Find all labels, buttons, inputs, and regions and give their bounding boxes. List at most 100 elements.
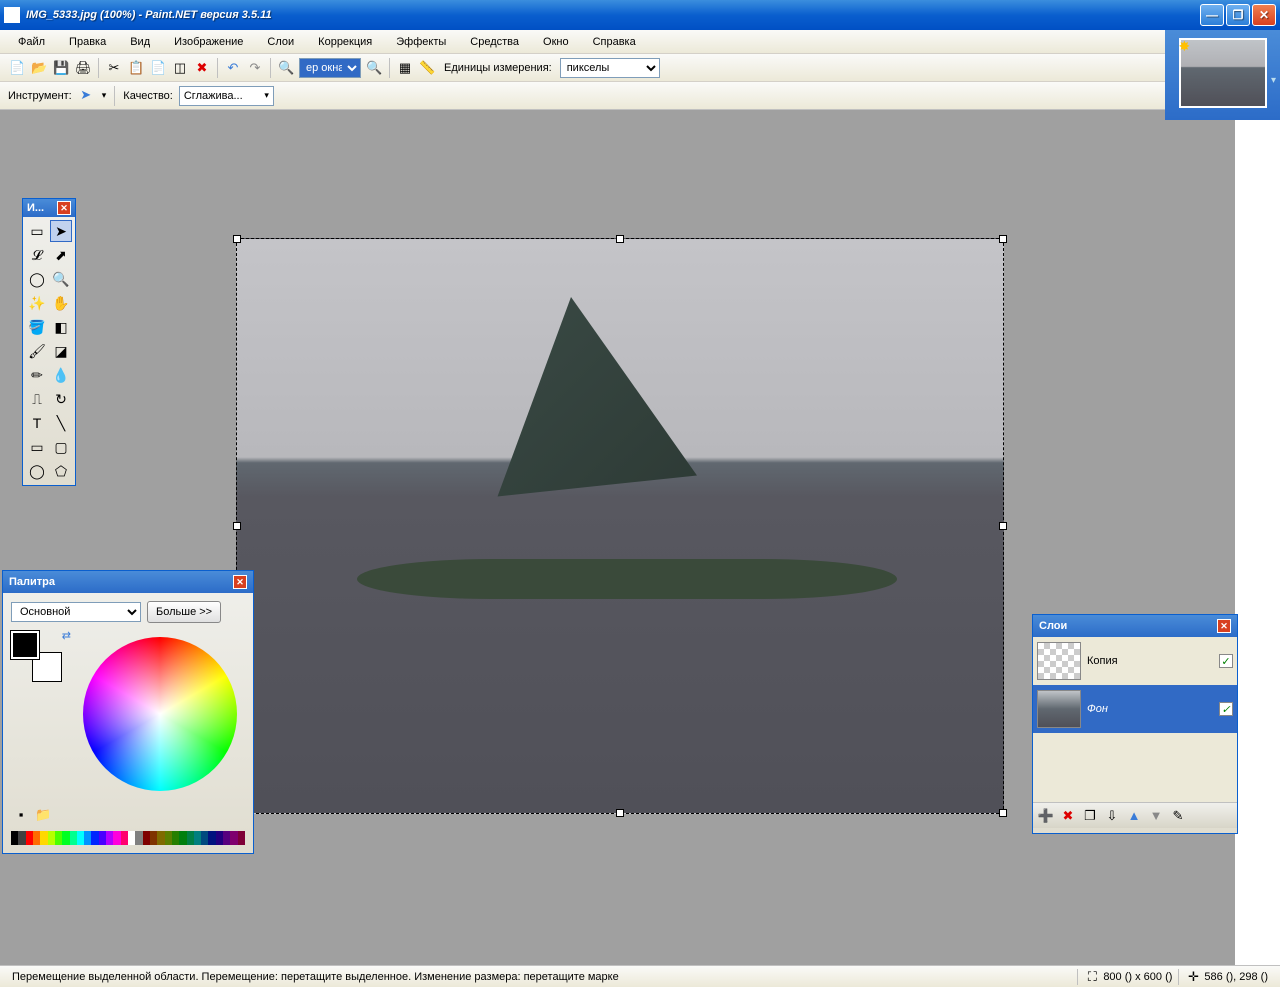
- foreground-color-swatch[interactable]: [11, 631, 39, 659]
- layer-row[interactable]: Копия ✓: [1033, 637, 1237, 685]
- paintbrush-tool[interactable]: 🖌: [26, 340, 48, 362]
- gradient-tool[interactable]: ◧: [50, 316, 72, 338]
- text-tool[interactable]: T: [26, 412, 48, 434]
- merge-layer-button[interactable]: ⇩: [1103, 807, 1121, 825]
- selection-handle[interactable]: [999, 235, 1007, 243]
- layers-panel-title[interactable]: Слои ✕: [1033, 615, 1237, 637]
- move-tool-icon[interactable]: ➤: [78, 87, 96, 105]
- palette-color[interactable]: [223, 831, 230, 845]
- menu-view[interactable]: Вид: [120, 33, 160, 51]
- ellipse-select-tool[interactable]: ◯: [26, 268, 48, 290]
- palette-color[interactable]: [26, 831, 33, 845]
- tools-panel-close-icon[interactable]: ✕: [57, 201, 71, 215]
- menu-image[interactable]: Изображение: [164, 33, 253, 51]
- color-wheel[interactable]: [83, 637, 237, 791]
- menu-edit[interactable]: Правка: [59, 33, 116, 51]
- layer-visibility-checkbox[interactable]: ✓: [1219, 702, 1233, 716]
- colors-panel-close-icon[interactable]: ✕: [233, 575, 247, 589]
- save-button[interactable]: 💾: [52, 59, 70, 77]
- palette-color[interactable]: [143, 831, 150, 845]
- color-picker-tool[interactable]: 💧: [50, 364, 72, 386]
- layer-properties-button[interactable]: ✎: [1169, 807, 1187, 825]
- tools-panel-title[interactable]: И... ✕: [23, 199, 75, 217]
- layer-row[interactable]: Фон ✓: [1033, 685, 1237, 733]
- palette-color[interactable]: [135, 831, 142, 845]
- cut-button[interactable]: ✂: [105, 59, 123, 77]
- lasso-select-tool[interactable]: 𝓛: [26, 244, 48, 266]
- move-selected-pixels-tool[interactable]: ⬈: [50, 244, 72, 266]
- selection-handle[interactable]: [999, 809, 1007, 817]
- open-button[interactable]: 📂: [30, 59, 48, 77]
- move-selection-tool[interactable]: ➤: [50, 220, 72, 242]
- more-button[interactable]: Больше >>: [147, 601, 221, 623]
- pencil-tool[interactable]: ✏: [26, 364, 48, 386]
- palette-color[interactable]: [179, 831, 186, 845]
- add-color-icon[interactable]: ▪: [13, 807, 29, 823]
- rectangle-tool[interactable]: ▭: [26, 436, 48, 458]
- palette-color[interactable]: [18, 831, 25, 845]
- layer-visibility-checkbox[interactable]: ✓: [1219, 654, 1233, 668]
- palette-color[interactable]: [62, 831, 69, 845]
- palette-color[interactable]: [33, 831, 40, 845]
- new-button[interactable]: 📄: [8, 59, 26, 77]
- ruler-button[interactable]: 📏: [418, 59, 436, 77]
- layers-panel-close-icon[interactable]: ✕: [1217, 619, 1231, 633]
- menu-tools[interactable]: Средства: [460, 33, 529, 51]
- palette-color[interactable]: [150, 831, 157, 845]
- palette-color[interactable]: [91, 831, 98, 845]
- palette-color[interactable]: [172, 831, 179, 845]
- selection-handle[interactable]: [616, 809, 624, 817]
- recolor-tool[interactable]: ↻: [50, 388, 72, 410]
- add-layer-button[interactable]: ➕: [1037, 807, 1055, 825]
- deselect-button[interactable]: ✖: [193, 59, 211, 77]
- selection-handle[interactable]: [999, 522, 1007, 530]
- dropdown-icon[interactable]: ▾: [102, 90, 107, 101]
- menu-layers[interactable]: Слои: [257, 33, 304, 51]
- palette-color[interactable]: [48, 831, 55, 845]
- pan-tool[interactable]: ✋: [50, 292, 72, 314]
- duplicate-layer-button[interactable]: ❐: [1081, 807, 1099, 825]
- image-thumbnail[interactable]: ✸: [1179, 38, 1267, 108]
- zoom-in-button[interactable]: 🔍: [365, 59, 383, 77]
- redo-button[interactable]: ↷: [246, 59, 264, 77]
- menu-file[interactable]: Файл: [8, 33, 55, 51]
- paste-button[interactable]: 📄: [149, 59, 167, 77]
- palette-color[interactable]: [194, 831, 201, 845]
- palette-color[interactable]: [113, 831, 120, 845]
- units-select[interactable]: пикселы: [560, 58, 660, 78]
- line-tool[interactable]: ╲: [50, 412, 72, 434]
- eraser-tool[interactable]: ◪: [50, 340, 72, 362]
- palette-color[interactable]: [238, 831, 245, 845]
- palette-color[interactable]: [230, 831, 237, 845]
- colors-panel-title[interactable]: Палитра ✕: [3, 571, 253, 593]
- menu-window[interactable]: Окно: [533, 33, 579, 51]
- move-layer-up-button[interactable]: ▲: [1125, 807, 1143, 825]
- zoom-out-button[interactable]: 🔍: [277, 59, 295, 77]
- swap-colors-icon[interactable]: ⇄: [62, 629, 71, 642]
- canvas-image[interactable]: [236, 238, 1004, 814]
- minimize-button[interactable]: —: [1200, 4, 1224, 26]
- palette-color[interactable]: [128, 831, 135, 845]
- palette-color[interactable]: [77, 831, 84, 845]
- thumb-strip-expand-icon[interactable]: ▾: [1271, 75, 1276, 86]
- palette-color[interactable]: [70, 831, 77, 845]
- palette-color[interactable]: [201, 831, 208, 845]
- magic-wand-tool[interactable]: ✨: [26, 292, 48, 314]
- palette-color[interactable]: [121, 831, 128, 845]
- zoom-select[interactable]: ер окна: [299, 58, 361, 78]
- grid-button[interactable]: ▦: [396, 59, 414, 77]
- ellipse-tool[interactable]: ◯: [26, 460, 48, 482]
- maximize-button[interactable]: ❐: [1226, 4, 1250, 26]
- palette-color[interactable]: [208, 831, 215, 845]
- palette-color[interactable]: [84, 831, 91, 845]
- palette-color[interactable]: [106, 831, 113, 845]
- zoom-tool[interactable]: 🔍: [50, 268, 72, 290]
- selection-handle[interactable]: [616, 235, 624, 243]
- palette-color[interactable]: [55, 831, 62, 845]
- paint-bucket-tool[interactable]: 🪣: [26, 316, 48, 338]
- palette-color[interactable]: [216, 831, 223, 845]
- copy-button[interactable]: 📋: [127, 59, 145, 77]
- selection-handle[interactable]: [233, 522, 241, 530]
- rounded-rectangle-tool[interactable]: ▢: [50, 436, 72, 458]
- quality-select[interactable]: Сглажива...▾: [179, 86, 274, 106]
